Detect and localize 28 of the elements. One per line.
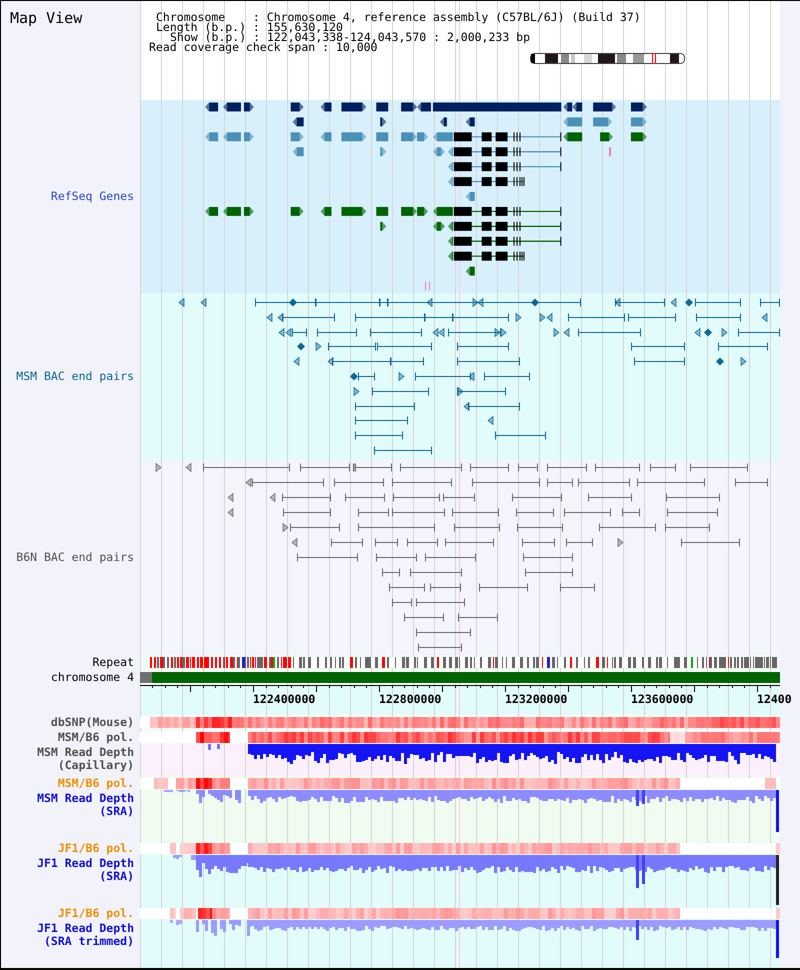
- info-line: Length (b.p.) : 155,630,120: [156, 22, 343, 32]
- track-label: MSM BAC end pairs: [16, 370, 134, 383]
- axis-tick-label: 122800000: [379, 693, 442, 706]
- track-label: Repeat: [92, 656, 134, 669]
- track-label: MSM/B6 pol.: [58, 776, 134, 790]
- axis-tick-label: 12400: [757, 693, 792, 706]
- track-sublabel: (Capillary): [58, 759, 134, 772]
- axis-tick-label: 123600000: [631, 693, 694, 706]
- track-label: JF1/B6 pol.: [58, 907, 134, 920]
- track-label: JF1 Read Depth: [37, 922, 134, 935]
- info-line: Chromosome : Chromosome 4, reference assembly (C57BL/6J) (Build 37): [156, 12, 641, 22]
- track-label: MSM/B6 pol.: [58, 730, 134, 744]
- track-label: chromosome 4: [50, 671, 134, 684]
- track-label: dbSNP(Mouse): [50, 716, 134, 729]
- info-line: Read coverage check span : 10,000: [149, 42, 378, 52]
- track-label: JF1/B6 pol.: [58, 842, 134, 855]
- track-label: RefSeq Genes: [50, 190, 134, 203]
- axis-tick-label: 123200000: [505, 693, 568, 706]
- track-label: MSM Read Depth: [37, 792, 134, 805]
- track-sublabel: (SRA): [99, 870, 134, 883]
- track-sublabel: (SRA trimmed): [44, 935, 134, 948]
- axis-tick-label: 122400000: [253, 693, 316, 706]
- track-label: B6N BAC end pairs: [16, 551, 134, 564]
- track-label: MSM Read Depth: [37, 746, 134, 759]
- track-sublabel: (SRA): [99, 805, 134, 818]
- track-label: JF1 Read Depth: [37, 857, 134, 870]
- view-title: Map View: [10, 8, 82, 28]
- info-line: Show (b.p.) : 122,043,338-124,043,570 : 2,000,233 bp: [170, 32, 530, 42]
